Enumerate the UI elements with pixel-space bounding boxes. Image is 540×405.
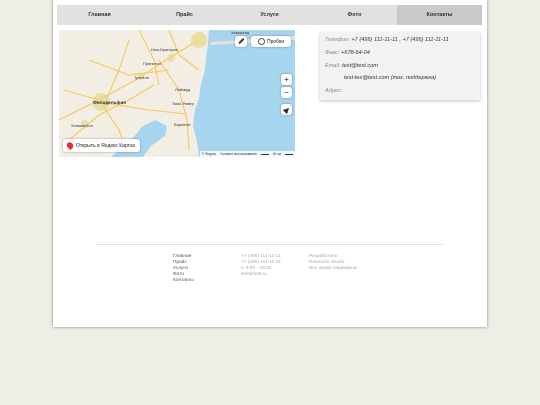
- zoom-out-button[interactable]: −: [281, 87, 292, 98]
- map-label-toms-river: Томс-Ривер: [172, 101, 194, 106]
- footer-rights: Все права защищены: [309, 266, 358, 271]
- main-nav: Главная Прайс Услуги Фото Контакты: [57, 5, 482, 25]
- email-label: Email:: [325, 63, 341, 69]
- map-copyright-bar: © Яндекс Условия использования 40 км: [199, 151, 295, 157]
- map-label-new-brunswick: Нью-Брансуик: [151, 47, 178, 52]
- address-row: Адрес:: [325, 88, 342, 94]
- address-label: Адрес:: [325, 88, 343, 94]
- map-ocean: [193, 30, 295, 157]
- ruler-button[interactable]: [235, 36, 247, 47]
- map-label-princeton: Принстон: [143, 61, 161, 66]
- ruler-icon: [237, 38, 245, 45]
- map-terms-link[interactable]: Условия использования: [220, 152, 257, 156]
- nav-item-contacts[interactable]: Контакты: [397, 5, 482, 25]
- map-label-wilmington: Уилмингтон: [71, 123, 93, 128]
- email-row: Email: test@test.com: [325, 63, 378, 69]
- zoom-in-button[interactable]: +: [281, 74, 292, 85]
- email-support-value[interactable]: test-tex@test.com (тех. поддержка): [344, 75, 436, 81]
- open-in-yandex-maps-label: Открыть в Яндекс Картах: [76, 142, 136, 149]
- nav-item-services[interactable]: Услуги: [227, 5, 312, 25]
- traffic-icon: [258, 38, 265, 45]
- map-label-lakewood: Лейквуд: [175, 87, 191, 92]
- page-container: Главная Прайс Услуги Фото Контакты Нью-Б…: [53, 0, 487, 327]
- map-label-philadelphia: Филадельфия: [93, 100, 126, 105]
- nav-item-price[interactable]: Прайс: [142, 5, 227, 25]
- map-scale-label: 40 км: [272, 152, 281, 156]
- map-label-barnegat: Барнегат: [174, 122, 191, 127]
- phone-row: Телефон: +7 (495) 111-11-11 , +7 (495) 1…: [325, 37, 449, 43]
- email-support-row: test-tex@test.com (тех. поддержка): [344, 75, 436, 81]
- map-pin-icon: [65, 140, 75, 151]
- contacts-panel: Телефон: +7 (495) 111-11-11 , +7 (495) 1…: [320, 32, 480, 100]
- map-roads: [59, 30, 200, 157]
- traffic-button[interactable]: Пробки: [251, 36, 291, 47]
- footer-divider: [96, 244, 443, 245]
- footer-email[interactable]: test@test.ru: [241, 272, 281, 278]
- fax-row: Факс: +678-54-04: [325, 50, 370, 56]
- traffic-label: Пробки: [267, 38, 284, 45]
- map-copyright: © Яндекс: [201, 152, 217, 156]
- geolocation-button[interactable]: [281, 104, 292, 115]
- map-scale-bar-end: [285, 153, 293, 155]
- fax-label: Факс:: [325, 50, 340, 56]
- phone-label: Телефон:: [325, 37, 350, 43]
- fax-value: +678-54-04: [341, 50, 370, 56]
- map-label-trenton: Трентон: [134, 75, 150, 80]
- geolocation-arrow-icon: [282, 105, 291, 114]
- map-scale-bar: [260, 153, 269, 155]
- yandex-map[interactable]: Нью-Брансуик Принстон Трентон Филадельфи…: [59, 30, 295, 157]
- footer-contacts: +7 (495) 111-11-11 +7 (495) 111-11-11 С …: [241, 254, 281, 278]
- footer-credits: Разработано Resource Studio Все права за…: [309, 254, 357, 272]
- phone-value: +7 (495) 111-11-11 , +7 (495) 111-11-11: [351, 37, 449, 43]
- nav-item-photo[interactable]: Фото: [312, 5, 397, 25]
- nav-item-home[interactable]: Главная: [57, 5, 142, 25]
- map-label-hempstead: Хемпстед: [231, 30, 250, 35]
- footer-link-contacts[interactable]: Контакты: [173, 278, 194, 284]
- open-in-yandex-maps-button[interactable]: Открыть в Яндекс Картах: [63, 139, 141, 152]
- footer-links: Главная Прайс Услуги Фото Контакты: [173, 254, 194, 284]
- email-value[interactable]: test@test.com: [342, 63, 378, 69]
